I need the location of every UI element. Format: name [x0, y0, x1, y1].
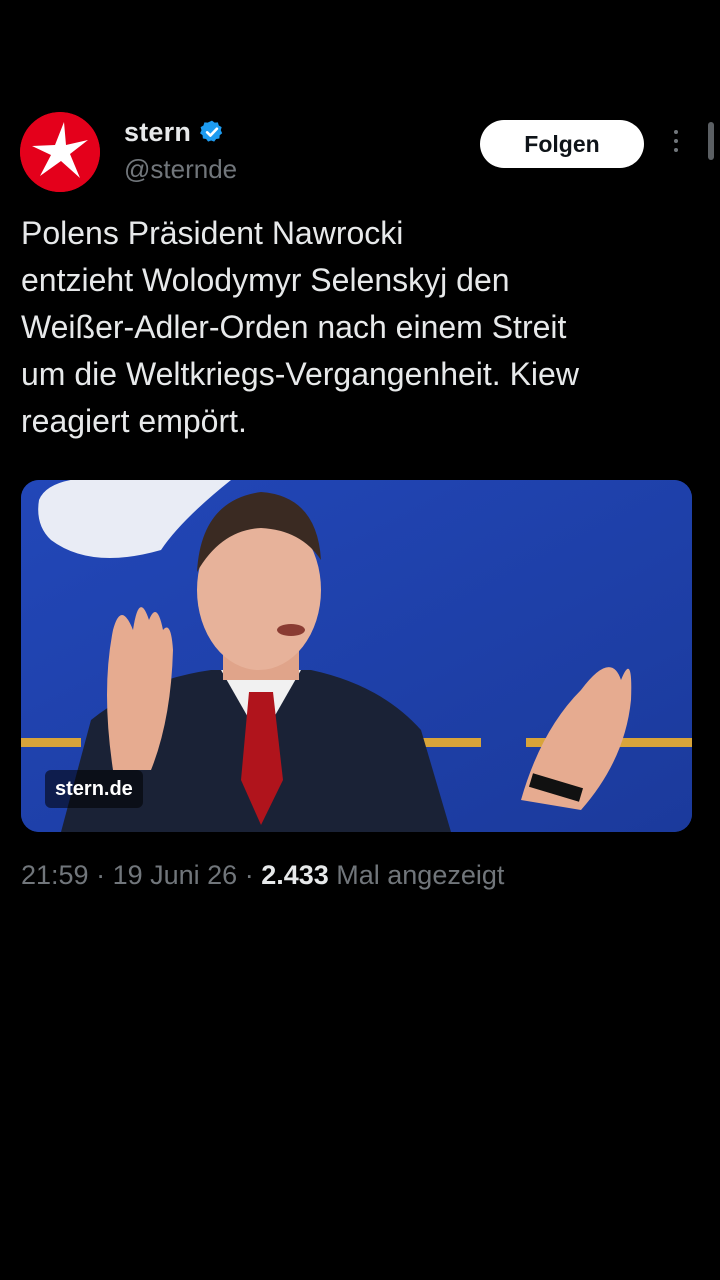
more-vertical-icon[interactable] — [668, 130, 684, 160]
meta-separator: · — [237, 860, 262, 890]
author-handle[interactable]: @sternde — [124, 154, 237, 185]
meta-separator: · — [88, 860, 113, 890]
author-names: stern @sternde — [124, 116, 237, 185]
follow-button[interactable]: Folgen — [480, 120, 644, 168]
tweet: stern @sternde Folgen Polens Präsident N… — [0, 0, 720, 1280]
tweet-media-image[interactable]: stern.de — [21, 480, 692, 832]
media-source-badge: stern.de — [45, 770, 143, 808]
tweet-meta: 21:59 · 19 Juni 26 · 2.433 Mal angezeigt — [21, 860, 504, 891]
views-label: Mal angezeigt — [328, 860, 505, 890]
avatar[interactable] — [20, 112, 100, 192]
verified-badge-icon — [199, 119, 225, 145]
views-count[interactable]: 2.433 — [261, 860, 329, 890]
scrollbar[interactable] — [708, 122, 714, 160]
display-name-row: stern — [124, 116, 237, 148]
tweet-time[interactable]: 21:59 — [21, 860, 89, 890]
tweet-header: stern @sternde Folgen — [20, 112, 710, 196]
tweet-date[interactable]: 19 Juni 26 — [113, 860, 238, 890]
stern-logo-icon — [20, 112, 100, 192]
display-name[interactable]: stern — [124, 117, 191, 148]
tweet-text: Polens Präsident Nawrocki entzieht Wolod… — [21, 215, 579, 439]
